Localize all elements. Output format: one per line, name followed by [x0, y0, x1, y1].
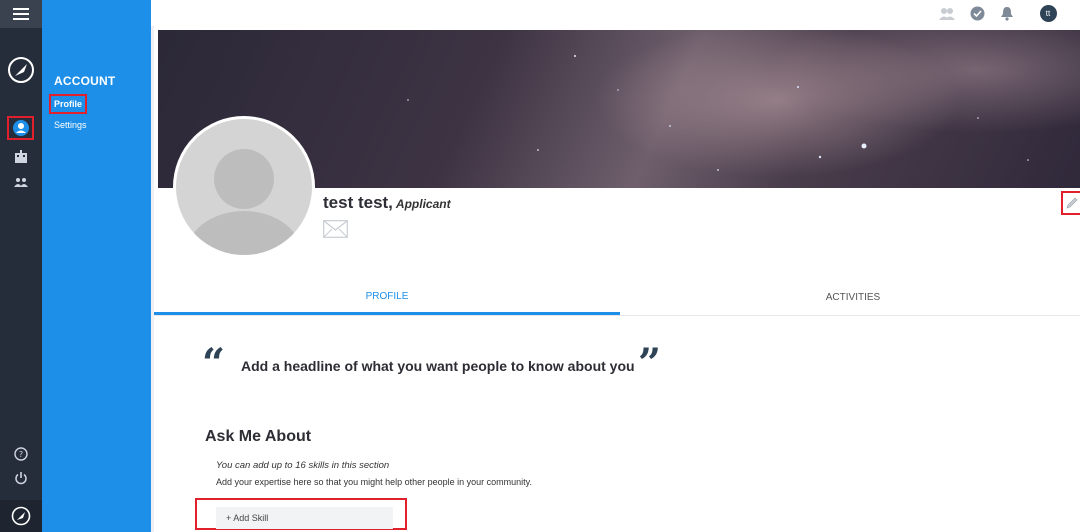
user-icon	[12, 120, 29, 136]
logout-button[interactable]	[0, 471, 42, 485]
groups-nav-button[interactable]	[0, 177, 42, 187]
quote-open-icon: “	[202, 340, 226, 387]
hamburger-icon	[13, 8, 29, 20]
add-skill-button[interactable]: + Add Skill	[216, 507, 393, 529]
account-subnav: ACCOUNT Profile Settings	[42, 0, 151, 532]
building-icon	[15, 150, 27, 163]
group-icon	[14, 178, 28, 187]
add-skill-highlight: + Add Skill	[195, 498, 407, 530]
skills-description: Add your expertise here so that you migh…	[216, 477, 533, 487]
profile-nav-button[interactable]	[7, 116, 34, 140]
power-icon	[15, 472, 27, 485]
app-rail: ?	[0, 0, 42, 532]
ask-me-about-title: Ask Me About	[205, 428, 312, 445]
subnav-item-settings[interactable]: Settings	[54, 120, 87, 130]
tasks-button[interactable]	[968, 4, 986, 22]
profile-role: Applicant	[395, 197, 451, 211]
people-button[interactable]	[938, 4, 956, 22]
headline-placeholder[interactable]: Add a headline of what you want people t…	[241, 358, 635, 374]
edit-profile-button[interactable]	[1061, 191, 1080, 215]
tab-activities[interactable]: ACTIVITIES	[620, 280, 1080, 314]
profile-avatar[interactable]	[173, 116, 315, 258]
bell-icon	[1001, 6, 1013, 21]
quote-close-icon: ”	[638, 340, 662, 387]
profile-name: test test, Applicant	[323, 193, 451, 213]
user-placeholder-icon	[186, 149, 302, 255]
subnav-item-profile[interactable]: Profile	[48, 94, 88, 114]
profile-name-text: test test,	[323, 193, 393, 212]
svg-text:?: ?	[19, 450, 23, 459]
mail-icon	[323, 220, 348, 238]
profile-page: test test, Applicant PROFILE ACTIVITIES “…	[154, 26, 1080, 532]
skills-hint: You can add up to 16 skills in this sect…	[216, 460, 390, 471]
pencil-icon	[1066, 197, 1078, 209]
bottom-logo[interactable]	[0, 500, 42, 532]
help-button[interactable]: ?	[0, 447, 42, 461]
message-button[interactable]	[323, 220, 348, 243]
help-icon: ?	[14, 447, 28, 461]
directory-nav-button[interactable]	[0, 150, 42, 163]
tab-profile[interactable]: PROFILE	[154, 280, 620, 315]
top-bar: tt	[151, 0, 1080, 26]
user-menu-button[interactable]: tt	[1039, 4, 1057, 22]
notifications-button[interactable]	[998, 4, 1016, 22]
people-icon	[939, 7, 955, 20]
logo-icon[interactable]	[0, 56, 42, 84]
subnav-heading: ACCOUNT	[54, 74, 116, 88]
check-circle-icon	[970, 6, 984, 20]
logo-small-icon	[11, 506, 31, 526]
profile-tabs: PROFILE ACTIVITIES	[154, 280, 1080, 316]
avatar: tt	[1039, 4, 1057, 22]
menu-button[interactable]	[0, 0, 42, 28]
